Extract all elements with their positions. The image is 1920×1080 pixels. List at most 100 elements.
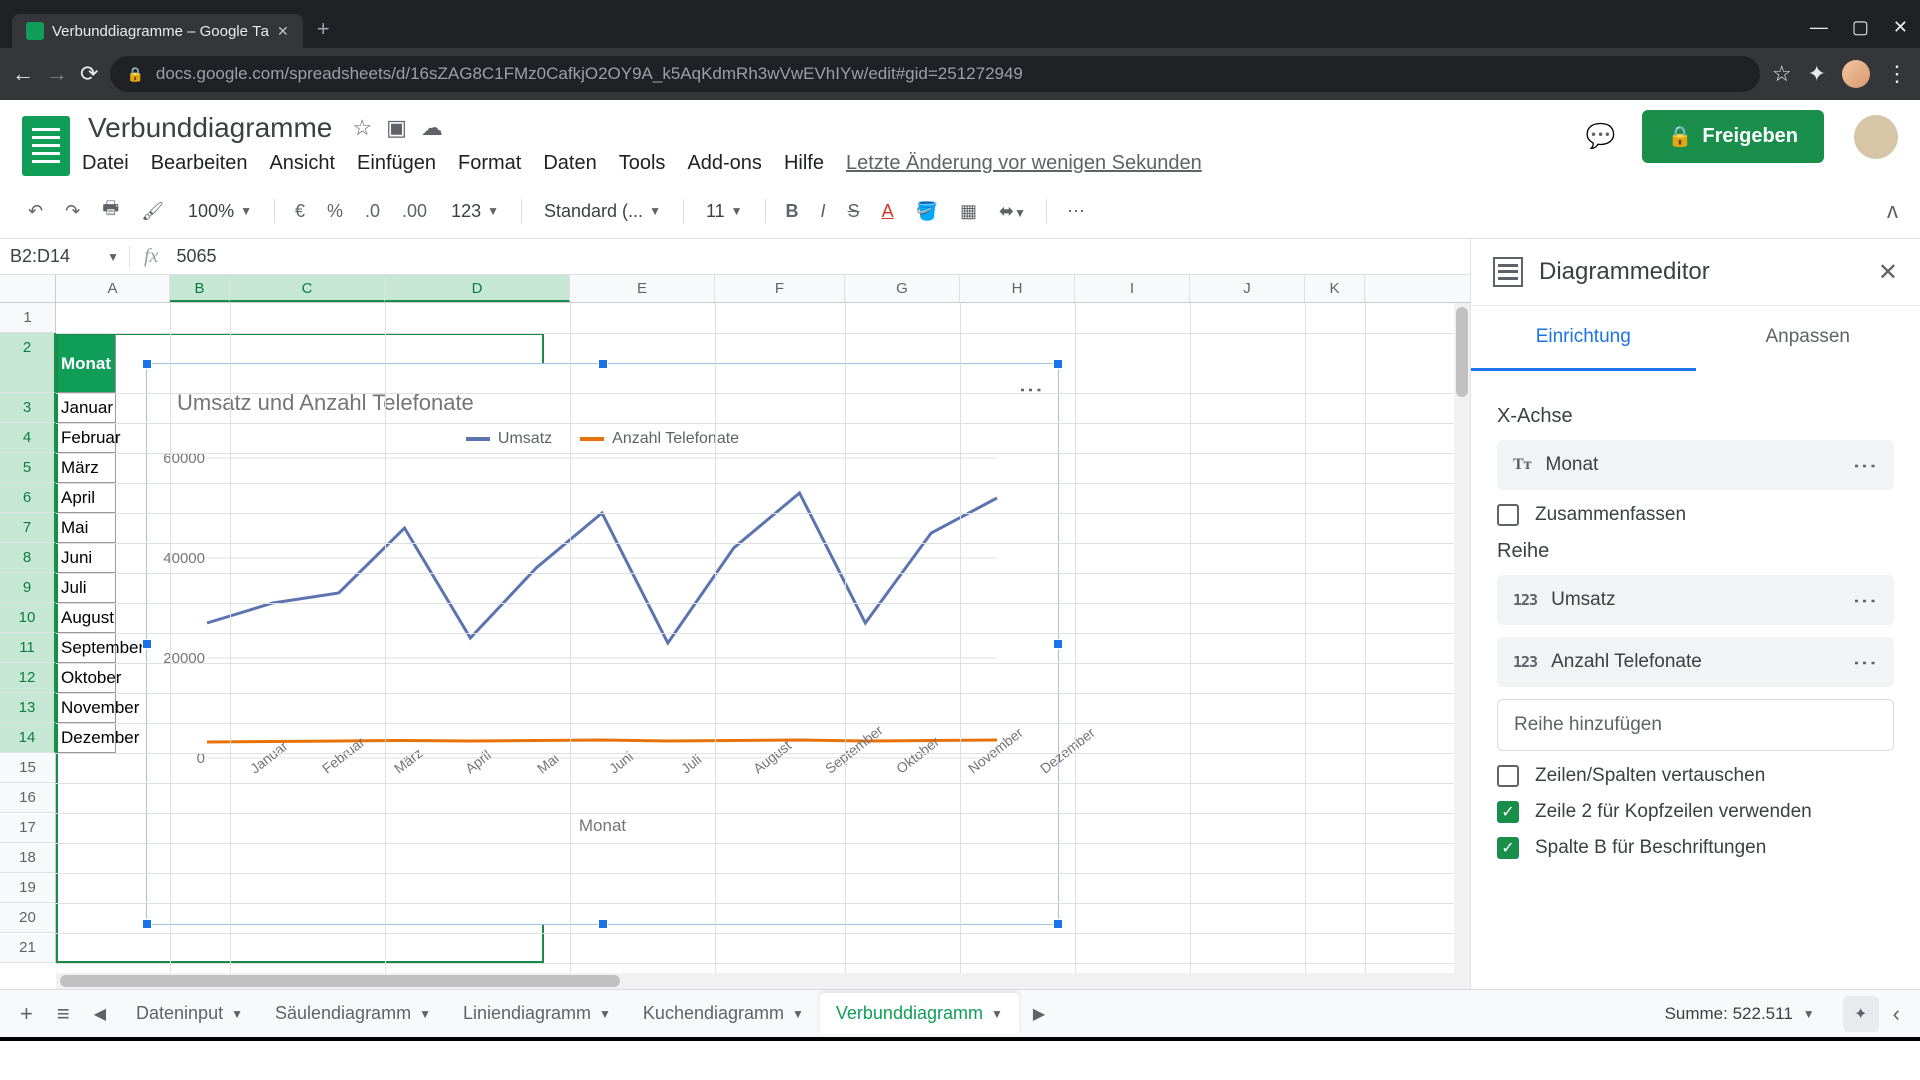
extensions-icon[interactable]: ✦	[1808, 61, 1826, 87]
col-header-K[interactable]: K	[1305, 275, 1365, 302]
row-header[interactable]: 5	[0, 453, 56, 483]
paint-format-icon[interactable]: 🖌	[135, 195, 170, 228]
menu-format[interactable]: Format	[458, 152, 521, 175]
horizontal-scrollbar[interactable]	[56, 973, 1470, 989]
menu-hilfe[interactable]: Hilfe	[784, 152, 824, 175]
menu-tools[interactable]: Tools	[619, 152, 666, 175]
close-window-icon[interactable]: ✕	[1893, 17, 1908, 38]
cell-month[interactable]: Mai	[56, 513, 116, 543]
borders-icon[interactable]: ▦	[954, 195, 983, 228]
back-icon[interactable]: ←	[12, 61, 34, 87]
star-icon[interactable]: ☆	[1772, 61, 1792, 87]
row-header[interactable]: 14	[0, 723, 56, 753]
row-header[interactable]: 15	[0, 753, 56, 783]
forward-icon[interactable]: →	[46, 61, 68, 87]
zoom-select[interactable]: 100%▼	[180, 197, 260, 226]
fill-color-icon[interactable]: 🪣	[910, 195, 944, 228]
col-header-I[interactable]: I	[1075, 275, 1190, 302]
document-title[interactable]: Verbunddiagramme	[82, 110, 338, 146]
row-header[interactable]: 10	[0, 603, 56, 633]
use-row2-checkbox[interactable]: ✓	[1497, 801, 1519, 823]
series-telefonate[interactable]: 123 Anzahl Telefonate ⋮	[1497, 637, 1894, 687]
new-tab-button[interactable]: +	[303, 16, 344, 48]
row-header[interactable]: 12	[0, 663, 56, 693]
menu-datei[interactable]: Datei	[82, 152, 129, 175]
cloud-status-icon[interactable]: ☁	[421, 115, 443, 141]
percent-icon[interactable]: %	[321, 195, 349, 228]
col-header-A[interactable]: A	[56, 275, 170, 302]
maximize-icon[interactable]: ▢	[1852, 17, 1869, 38]
cell-month[interactable]: Oktober	[56, 663, 116, 693]
url-bar[interactable]: 🔒 docs.google.com/spreadsheets/d/16sZAG8…	[110, 56, 1759, 92]
account-avatar[interactable]	[1854, 115, 1898, 159]
formula-bar[interactable]: 5065	[172, 246, 220, 267]
row-header[interactable]: 9	[0, 573, 56, 603]
row-header[interactable]: 21	[0, 933, 56, 963]
scroll-sheets-left-icon[interactable]: ◀	[84, 994, 116, 1034]
row-header[interactable]: 8	[0, 543, 56, 573]
last-edit-link[interactable]: Letzte Änderung vor wenigen Sekunden	[846, 152, 1202, 175]
browser-tab[interactable]: Verbunddiagramme – Google Та ✕	[12, 14, 303, 48]
column-headers[interactable]: ABCDEFGHIJK	[0, 275, 1470, 303]
menu-bearbeiten[interactable]: Bearbeiten	[151, 152, 248, 175]
row-header[interactable]: 20	[0, 903, 56, 933]
cell-month[interactable]: Dezember	[56, 723, 116, 753]
add-sheet-icon[interactable]: +	[10, 991, 43, 1037]
col-header-E[interactable]: E	[570, 275, 715, 302]
row-header[interactable]: 16	[0, 783, 56, 813]
row-header[interactable]: 3	[0, 393, 56, 423]
embedded-chart[interactable]: ⋮ Umsatz und Anzahl Telefonate Umsatz An…	[146, 363, 1059, 925]
quicksum[interactable]: Summe: 522.511▼	[1655, 998, 1825, 1030]
strike-icon[interactable]: S	[842, 195, 866, 228]
minimize-icon[interactable]: —	[1810, 17, 1828, 38]
col-header-C[interactable]: C	[230, 275, 385, 302]
menu-daten[interactable]: Daten	[543, 152, 596, 175]
tab-customize[interactable]: Anpassen	[1696, 306, 1920, 371]
aggregate-checkbox[interactable]	[1497, 504, 1519, 526]
cell-month[interactable]: Juni	[56, 543, 116, 573]
decrease-decimal-icon[interactable]: .0	[359, 195, 386, 228]
sheet-tab[interactable]: Verbunddiagramm▼	[820, 993, 1019, 1034]
menu-addons[interactable]: Add-ons	[687, 152, 762, 175]
redo-icon[interactable]: ↷	[59, 195, 86, 228]
col-header-F[interactable]: F	[715, 275, 845, 302]
xaxis-field[interactable]: Tᴛ Monat ⋮	[1497, 440, 1894, 490]
row-header[interactable]: 7	[0, 513, 56, 543]
row-header[interactable]: 4	[0, 423, 56, 453]
text-color-icon[interactable]: A	[876, 195, 900, 228]
row-header[interactable]: 11	[0, 633, 56, 663]
sheets-logo-icon[interactable]	[22, 116, 70, 176]
merge-icon[interactable]: ⬌▼	[993, 195, 1032, 228]
number-format-select[interactable]: 123▼	[443, 197, 507, 226]
series-umsatz[interactable]: 123 Umsatz ⋮	[1497, 575, 1894, 625]
sheet-tab[interactable]: Dateninput▼	[120, 993, 259, 1034]
col-header-G[interactable]: G	[845, 275, 960, 302]
collapse-toolbar-icon[interactable]: ʌ	[1887, 198, 1898, 224]
row-header[interactable]: 13	[0, 693, 56, 723]
print-icon[interactable]: 🖶	[96, 190, 125, 232]
tab-setup[interactable]: Einrichtung	[1471, 306, 1696, 371]
explore-icon[interactable]: ✦	[1843, 996, 1879, 1032]
bold-icon[interactable]: B	[780, 195, 805, 228]
switch-rows-cols-checkbox[interactable]	[1497, 765, 1519, 787]
use-colb-checkbox[interactable]: ✓	[1497, 837, 1519, 859]
cell-month[interactable]: April	[56, 483, 116, 513]
increase-decimal-icon[interactable]: .00	[396, 195, 433, 228]
field-menu-icon[interactable]: ⋮	[1850, 454, 1878, 476]
grid-cells[interactable]: 123456789101112131415161718192021 MonatJ…	[0, 303, 1470, 973]
vertical-scrollbar[interactable]	[1454, 303, 1470, 973]
menu-einfuegen[interactable]: Einfügen	[357, 152, 436, 175]
field-menu-icon[interactable]: ⋮	[1850, 651, 1878, 673]
more-tools-icon[interactable]: ⋯	[1061, 195, 1091, 228]
sheet-tab[interactable]: Liniendiagramm▼	[447, 993, 627, 1034]
cell-month[interactable]: August	[56, 603, 116, 633]
add-series-button[interactable]: Reihe hinzufügen	[1497, 699, 1894, 751]
cell-month[interactable]: März	[56, 453, 116, 483]
undo-icon[interactable]: ↶	[22, 195, 49, 228]
row-header[interactable]: 6	[0, 483, 56, 513]
chart-menu-icon[interactable]: ⋮	[1016, 378, 1044, 400]
row-header[interactable]: 18	[0, 843, 56, 873]
comments-icon[interactable]: 💬	[1582, 118, 1620, 156]
col-header-H[interactable]: H	[960, 275, 1075, 302]
menu-ansicht[interactable]: Ansicht	[269, 152, 335, 175]
